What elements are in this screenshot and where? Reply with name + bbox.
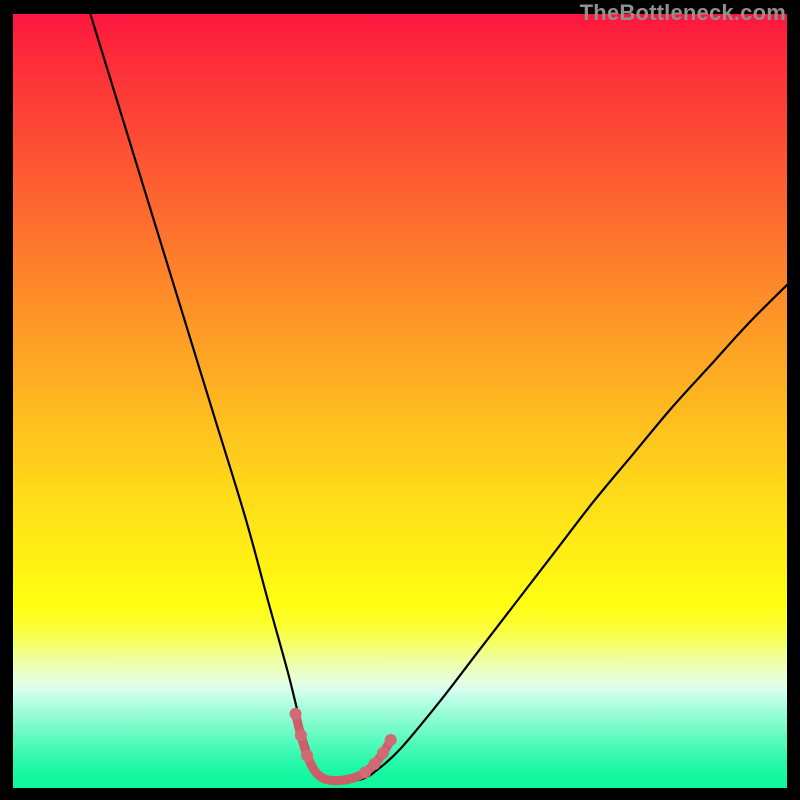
bottleneck-curve	[90, 14, 787, 783]
marker-dot	[295, 729, 307, 741]
marker-dot	[368, 758, 380, 770]
marker-dot	[290, 708, 302, 720]
marker-dot	[359, 767, 371, 779]
chart-svg	[13, 14, 787, 788]
marker-dot	[385, 734, 397, 746]
watermark-text: TheBottleneck.com	[580, 0, 786, 26]
marker-dot	[301, 749, 313, 761]
outer-frame: TheBottleneck.com	[0, 0, 800, 800]
marker-dot	[377, 747, 389, 759]
plot-area	[13, 14, 787, 788]
